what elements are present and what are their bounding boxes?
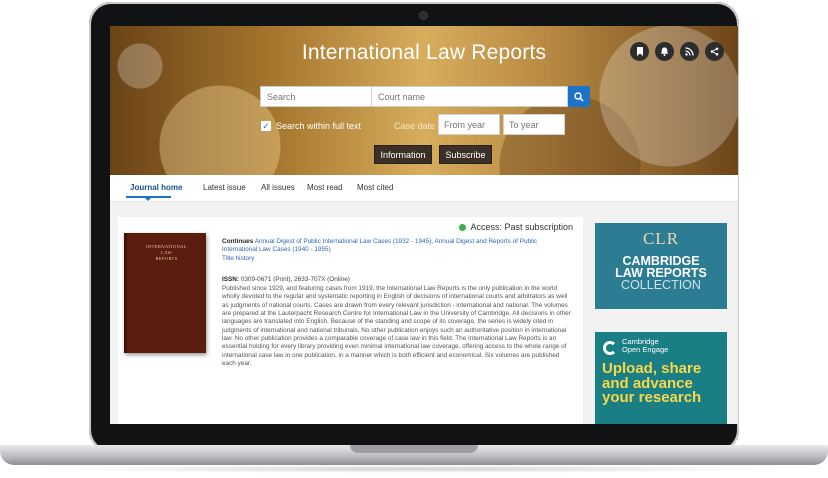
- laptop-notch: [350, 445, 478, 453]
- bell-icon[interactable]: [655, 42, 674, 61]
- search-icon: [574, 91, 584, 102]
- continues-link[interactable]: Annual Digest of Public International La…: [222, 238, 537, 253]
- cover-title: INTERNATIONAL LAW REPORTS: [146, 244, 187, 261]
- to-year-input[interactable]: [503, 114, 565, 135]
- bookmark-icon[interactable]: [630, 42, 649, 61]
- tab-journal-home[interactable]: Journal home: [130, 183, 182, 192]
- tab-latest-issue[interactable]: Latest issue: [203, 183, 246, 192]
- access-label: Access: Past subscription: [470, 222, 573, 232]
- case-date-label: Case date: [394, 121, 436, 131]
- fulltext-option[interactable]: ✓ Search within full text: [261, 121, 361, 131]
- subscribe-button[interactable]: Subscribe: [439, 145, 492, 164]
- tab-all-issues[interactable]: All issues: [261, 183, 295, 192]
- open-engage-name: Cambridge Open Engage: [622, 337, 669, 354]
- fulltext-label: Search within full text: [276, 121, 362, 131]
- open-engage-logo-icon: [603, 341, 617, 355]
- camera-icon: [420, 12, 427, 19]
- fulltext-checkbox[interactable]: ✓: [261, 121, 271, 131]
- search-button[interactable]: [568, 86, 590, 107]
- open-engage-cta: Upload, share and advance your research: [602, 360, 702, 406]
- title-history-link[interactable]: Title history: [222, 255, 572, 263]
- issn-line: ISSN: 0309-0671 (Print), 2633-707X (Onli…: [222, 276, 572, 284]
- tab-most-read[interactable]: Most read: [307, 183, 343, 192]
- search-bar: [260, 86, 590, 107]
- share-icon[interactable]: [705, 42, 724, 61]
- journal-header: International Law Reports Search Court n…: [110, 26, 738, 175]
- journal-cover-image: INTERNATIONAL LAW REPORTS: [124, 233, 206, 353]
- cambridge-law-reports-ad[interactable]: CLR CAMBRIDGE LAW REPORTS COLLECTION: [595, 223, 727, 309]
- header-actions: [630, 42, 724, 61]
- ad-line-collection: COLLECTION: [621, 278, 701, 292]
- issn-label: ISSN:: [222, 275, 240, 283]
- from-year-input[interactable]: [438, 114, 500, 135]
- cambridge-open-engage-ad[interactable]: Cambridge Open Engage Upload, share and …: [595, 332, 727, 424]
- laptop-mockup: International Law Reports Search Court n…: [0, 0, 828, 478]
- information-button[interactable]: Information: [374, 145, 432, 164]
- access-status-icon: [459, 223, 467, 231]
- journal-description: Published since 1929, and featuring case…: [222, 285, 571, 367]
- court-name-input[interactable]: [372, 86, 568, 107]
- continues-line: Continues Annual Digest of Public Intern…: [222, 238, 572, 255]
- rss-icon[interactable]: [680, 42, 699, 61]
- browser-viewport: International Law Reports Search Court n…: [110, 26, 738, 424]
- issn-value: 0309-0671 (Print), 2633-707X (Online): [240, 275, 350, 283]
- search-input[interactable]: [260, 86, 372, 107]
- journal-details: Continues Annual Digest of Public Intern…: [222, 238, 572, 368]
- access-status: Access: Past subscription: [459, 222, 573, 232]
- clr-logo: CLR: [642, 229, 680, 248]
- continues-label: Continues: [222, 238, 254, 245]
- active-tab-caret: [144, 197, 152, 201]
- tab-most-cited[interactable]: Most cited: [357, 183, 393, 192]
- journal-tabs: Journal home Latest issue All issues Mos…: [110, 175, 738, 202]
- laptop-shadow: [40, 465, 788, 473]
- journal-overview: Access: Past subscription INTERNATIONAL …: [118, 217, 583, 424]
